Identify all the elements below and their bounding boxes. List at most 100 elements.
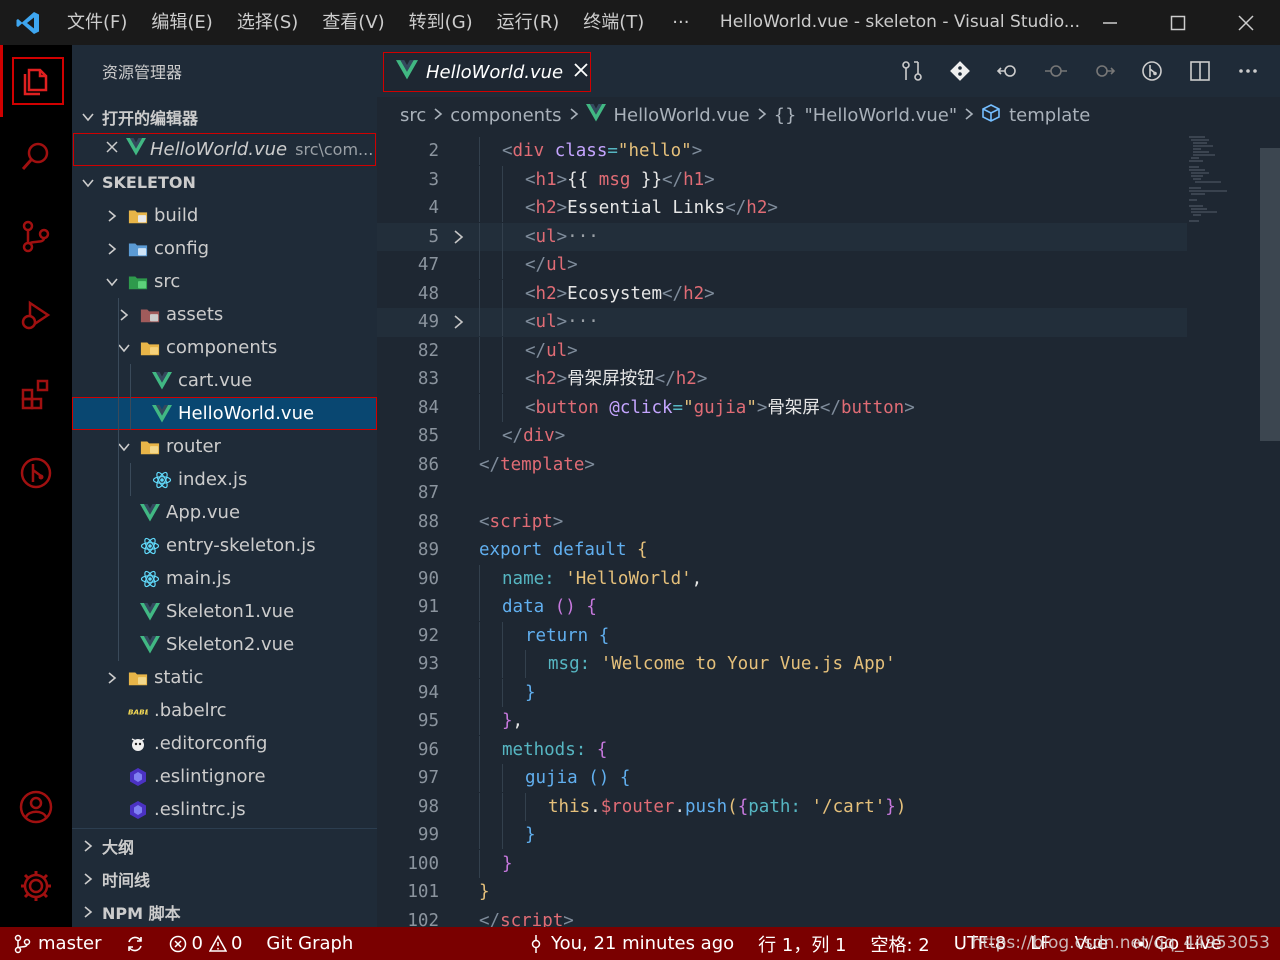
code-line[interactable]: 89 export default { (377, 536, 1187, 565)
code-line[interactable]: 88 <script> (377, 508, 1187, 537)
tree-folder-config[interactable]: config (72, 232, 377, 265)
menu-edit[interactable]: 编辑(E) (139, 0, 224, 45)
tree-file-entry-skeleton-js[interactable]: entry-skeleton.js (72, 529, 377, 562)
breadcrumb-src[interactable]: src (400, 105, 426, 126)
outline-header[interactable]: 大纲 (72, 829, 377, 862)
git-button[interactable] (946, 55, 974, 87)
breadcrumb-object[interactable]: "HelloWorld.vue" (804, 105, 957, 126)
commit-button[interactable] (1042, 55, 1070, 87)
code-line[interactable]: 100} (377, 849, 1187, 879)
git-graph-button[interactable] (1138, 55, 1166, 87)
maximize-button[interactable] (1144, 0, 1212, 45)
tree-file-eslintignore[interactable]: .eslintignore (72, 760, 377, 793)
open-editor-item[interactable]: HelloWorld.vue src\com... (73, 133, 376, 166)
tree-file-helloworld-vue[interactable]: HelloWorld.vue (72, 397, 377, 430)
project-header[interactable]: SKELETON (72, 166, 377, 199)
menu-terminal[interactable]: 终端(T) (571, 0, 656, 45)
code-line[interactable]: 93 msg: 'Welcome to Your Vue.js App' (377, 650, 1187, 679)
code-line[interactable]: 82 </ul> (377, 336, 1187, 366)
tree-folder-assets[interactable]: assets (72, 298, 377, 331)
indentation-status[interactable]: 空格: 2 (859, 927, 942, 960)
tree-file-editorconfig[interactable]: .editorconfig (72, 727, 377, 760)
tree-file-skeleton2-vue[interactable]: Skeleton2.vue (72, 628, 377, 661)
editor-scrollbar[interactable] (1260, 148, 1280, 441)
close-tab-icon[interactable] (573, 62, 589, 82)
open-changes-button[interactable] (898, 55, 926, 87)
tree-file-cart-vue[interactable]: cart.vue (72, 364, 377, 397)
run-debug-activity[interactable] (0, 279, 72, 351)
minimize-button[interactable] (1076, 0, 1144, 45)
menu-selection[interactable]: 选择(S) (225, 0, 310, 45)
code-line[interactable]: 2 <div class="hello"> (377, 137, 1187, 166)
tree-file-main-js[interactable]: main.js (72, 562, 377, 595)
tree-file-skeleton1-vue[interactable]: Skeleton1.vue (72, 595, 377, 628)
close-window-button[interactable] (1212, 0, 1280, 45)
tree-folder-src[interactable]: src (72, 265, 377, 298)
menu-view[interactable]: 查看(V) (310, 0, 396, 45)
sync-button[interactable] (113, 927, 157, 960)
source-control-activity[interactable] (0, 200, 72, 272)
code-line[interactable]: 83 <h2>骨架屏按钮</h2> (377, 365, 1187, 394)
code-line[interactable]: 94} (377, 678, 1187, 708)
fold-chevron-icon[interactable] (439, 229, 479, 245)
code-line[interactable]: 48 <h2>Ecosystem</h2> (377, 279, 1187, 309)
code-line[interactable]: 95}, (377, 707, 1187, 736)
explorer-activity[interactable] (0, 45, 72, 117)
menu-more-button[interactable]: ··· (656, 12, 705, 33)
branch-status[interactable]: master (0, 927, 113, 960)
breadcrumb-symbol[interactable]: template (1009, 105, 1090, 126)
git-graph-activity[interactable] (0, 437, 72, 509)
tree-file-eslintrc-js[interactable]: .eslintrc.js (72, 793, 377, 826)
code-line[interactable]: 92 return { (377, 621, 1187, 651)
code-line[interactable]: 85 </div> (377, 422, 1187, 451)
git-graph-status[interactable]: Git Graph (254, 927, 365, 960)
breadcrumb-file[interactable]: HelloWorld.vue (614, 105, 750, 126)
code-line[interactable]: 91 data () { (377, 593, 1187, 622)
open-editors-header[interactable]: 打开的编辑器 (72, 100, 377, 133)
tab-helloworld-vue[interactable]: HelloWorld.vue (383, 52, 591, 92)
code-line[interactable]: 84 <button @click="gujia">骨架屏</button> (377, 393, 1187, 423)
tree-file-index-js[interactable]: index.js (72, 463, 377, 496)
npm-scripts-header[interactable]: NPM 脚本 (72, 895, 377, 928)
fold-chevron-icon[interactable] (439, 314, 479, 330)
code-line[interactable]: 98 this.$router.push({path: '/cart'}) (377, 792, 1187, 822)
code-line[interactable]: 102 </script> (377, 907, 1187, 927)
code-line[interactable]: 90 name: 'HelloWorld', (377, 564, 1187, 594)
code-editor[interactable]: 2 <div class="hello"> 3 <h1>{{ msg }}</h1> 4… (377, 133, 1280, 927)
code-line[interactable]: 49 <ul>··· (377, 308, 1187, 337)
tree-file-app-vue[interactable]: App.vue (72, 496, 377, 529)
code-line[interactable]: 97 gujia () { (377, 764, 1187, 793)
accounts-activity[interactable] (0, 771, 72, 843)
tree-folder-static[interactable]: static (72, 661, 377, 694)
code-line[interactable]: 99} (377, 821, 1187, 850)
split-editor-button[interactable] (1186, 55, 1214, 87)
more-actions-button[interactable] (1234, 55, 1262, 87)
settings-activity[interactable] (0, 850, 72, 922)
menu-go[interactable]: 转到(G) (397, 0, 485, 45)
problems-status[interactable]: 0 0 (157, 927, 254, 960)
code-line[interactable]: 3 <h1>{{ msg }}</h1> (377, 165, 1187, 195)
menu-run[interactable]: 运行(R) (485, 0, 572, 45)
cursor-position[interactable]: 行 1，列 1 (746, 927, 858, 960)
close-editor-icon[interactable] (104, 139, 120, 160)
tree-folder-build[interactable]: build (72, 199, 377, 232)
tree-file-babelrc[interactable]: BABEL .babelrc (72, 694, 377, 727)
tree-folder-router[interactable]: router (72, 430, 377, 463)
search-activity[interactable] (0, 121, 72, 193)
tree-folder-components[interactable]: components (72, 331, 377, 364)
code-line[interactable]: 4 <h2>Essential Links</h2> (377, 194, 1187, 223)
timeline-header[interactable]: 时间线 (72, 862, 377, 895)
breadcrumb-components[interactable]: components (450, 105, 561, 126)
code-line[interactable]: 47 </ul> (377, 251, 1187, 280)
code-line[interactable]: 86 </template> (377, 451, 1187, 480)
extensions-activity[interactable] (0, 358, 72, 430)
menu-file[interactable]: 文件(F) (55, 0, 139, 45)
code-line[interactable]: 5 <ul>··· (377, 222, 1187, 251)
code-line[interactable]: 96 methods: { (377, 735, 1187, 765)
code-line[interactable]: 101} (377, 878, 1187, 907)
code-line[interactable]: 87 (377, 479, 1187, 508)
previous-change-button[interactable] (994, 55, 1022, 87)
next-change-button[interactable] (1090, 55, 1118, 87)
blame-status[interactable]: You, 21 minutes ago (515, 927, 746, 960)
minimap[interactable] (1187, 133, 1260, 233)
